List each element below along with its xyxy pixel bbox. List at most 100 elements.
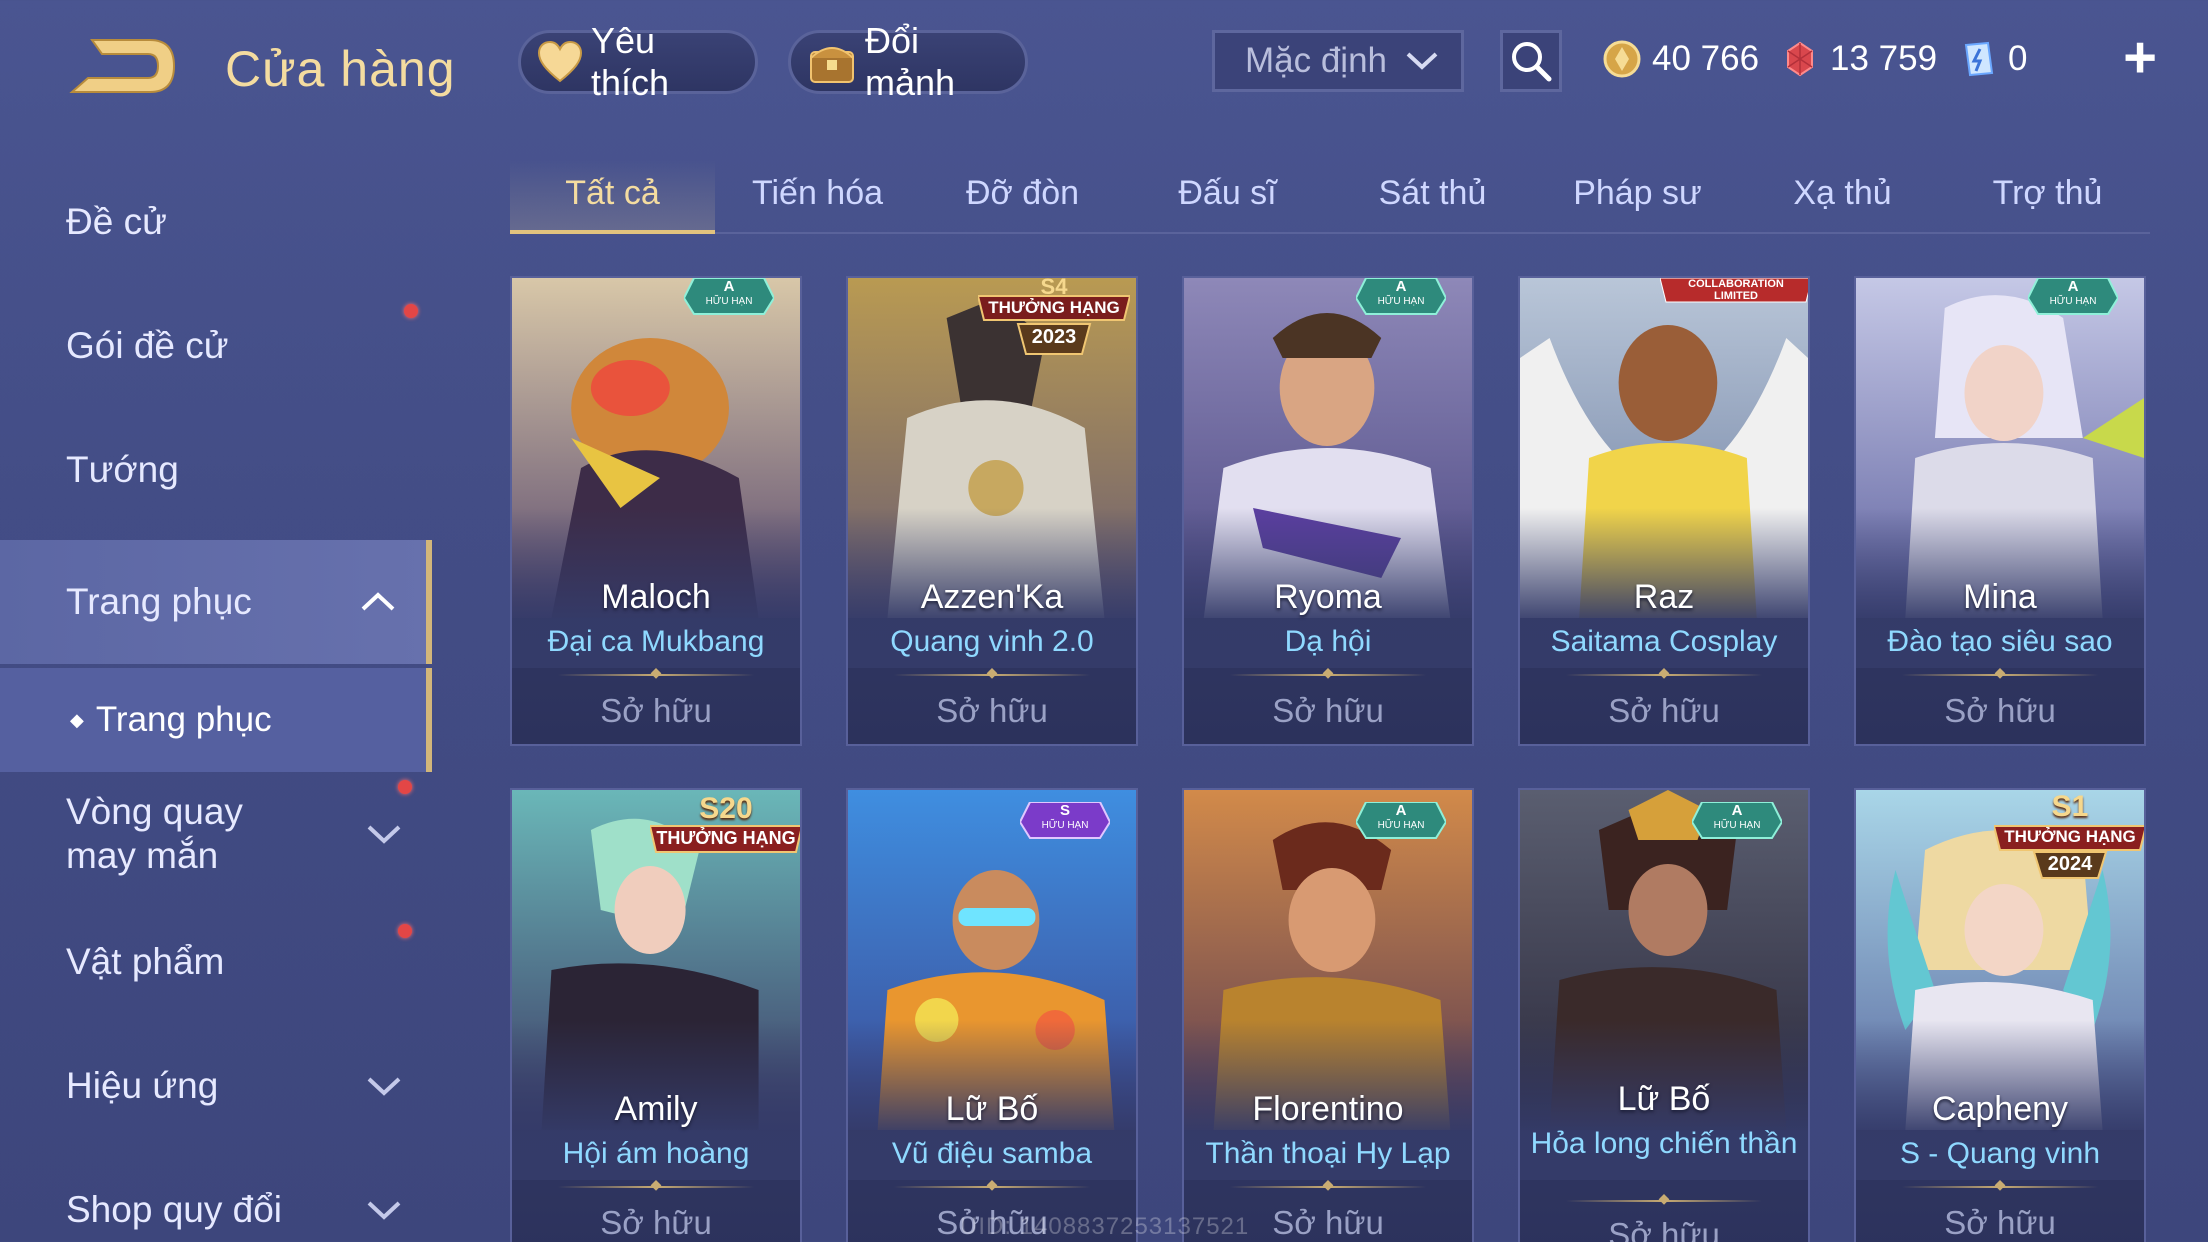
badge-year: 2024 [2047, 853, 2093, 875]
tab-assassin[interactable]: Sát thủ [1330, 160, 1535, 232]
skin-card[interactable]: A HỮU HẠN Maloch Đại ca Mukbang Sở hữu [510, 276, 802, 746]
sidebar-item-heroes[interactable]: Tướng [0, 408, 432, 532]
tab-support[interactable]: Trợ thủ [1945, 160, 2150, 232]
exchange-shards-button[interactable]: Đổi mảnh [788, 20, 1028, 103]
voucher-amount: 0 [2008, 39, 2028, 78]
gem-currency: 13 759 [1780, 34, 1937, 84]
sidebar-item-items[interactable]: Vật phẩm [0, 900, 432, 1024]
gold-currency: 40 766 [1602, 34, 1759, 84]
skin-card[interactable]: A HỮU HẠN Ryoma Dạ hội Sở hữu [1182, 276, 1474, 746]
tab-evolution[interactable]: Tiến hóa [715, 160, 920, 232]
sidebar-subitem-label: Trang phục [95, 700, 272, 739]
skin-card[interactable]: A HỮU HẠN Florentino Thần thoại Hy Lạp S… [1182, 788, 1474, 1242]
skin-card[interactable]: COLLABORATION LIMITED Raz Saitama Cospla… [1518, 276, 1810, 746]
sidebar-item-effects[interactable]: Hiệu ứng [0, 1024, 432, 1148]
tab-all[interactable]: Tất cả [510, 160, 715, 234]
tab-tank[interactable]: Đỡ đòn [920, 160, 1125, 232]
search-button[interactable] [1500, 30, 1562, 92]
season-reward-badge: S20 THƯỞNG HẠNG [648, 790, 800, 865]
sidebar-item-label: Vật phẩm [66, 941, 225, 982]
badge-rank: A [1395, 278, 1407, 295]
limited-badge: A HỮU HẠN [1354, 801, 1448, 847]
hero-name: Amily [614, 1090, 698, 1128]
chevron-down-icon [367, 1077, 401, 1096]
sidebar-item-label: Đề cử [66, 201, 167, 242]
skin-name: Dạ hội [1284, 625, 1372, 658]
notification-dot [398, 924, 412, 938]
skin-card[interactable]: S1 THƯỞNG HẠNG 2024 Capheny S - Quang vi… [1854, 788, 2146, 1242]
collaboration-badge: COLLABORATION LIMITED [1659, 278, 1808, 309]
skin-name: S - Quang vinh [1899, 1137, 2101, 1170]
skin-name: Đào tạo siêu sao [1887, 625, 2113, 658]
tab-marksman[interactable]: Xạ thủ [1740, 160, 1945, 232]
user-id-watermark: UID: 1408837253137521 [960, 1213, 1250, 1240]
skin-grid: A HỮU HẠN Maloch Đại ca Mukbang Sở hữu S… [510, 276, 2150, 1242]
skin-name: Quang vinh 2.0 [890, 625, 1094, 658]
back-arrow-icon [69, 39, 176, 93]
sidebar-item-recommended[interactable]: Đề cử [0, 160, 432, 284]
sidebar-item-exchange-shop[interactable]: Shop quy đổi [0, 1148, 432, 1242]
tab-mage[interactable]: Pháp sư [1535, 160, 1740, 232]
chevron-down-icon [367, 825, 401, 844]
divider [1902, 1186, 2098, 1188]
add-currency-button[interactable]: + [2118, 28, 2162, 88]
badge-rank: A [2067, 278, 2079, 295]
sidebar-item-label: Hiệu ứng [66, 1065, 219, 1106]
sidebar-item-label: Vòng quay may mắn [66, 791, 243, 876]
sort-dropdown[interactable]: Mặc định [1212, 30, 1464, 92]
limited-badge: A HỮU HẠN [682, 278, 776, 323]
back-button[interactable] [62, 30, 182, 105]
owned-status: Sở hữu [600, 1204, 712, 1241]
hero-name: Azzen'Ka [920, 578, 1064, 616]
hero-name: Ryoma [1274, 578, 1382, 616]
skin-card[interactable]: S HỮU HẠN Lữ Bố Vũ điệu samba Sở hữu [846, 788, 1138, 1242]
gold-amount: 40 766 [1652, 39, 1760, 78]
owned-status: Sở hữu [936, 692, 1048, 729]
divider [1566, 1200, 1762, 1202]
sidebar: Đề cử Gói đề cử Tướng Trang phục ◆ Trang… [0, 160, 432, 1242]
gold-coin-icon [1603, 40, 1641, 78]
skin-card[interactable]: A HỮU HẠN Mina Đào tạo siêu sao Sở hữu [1854, 276, 2146, 746]
skin-card[interactable]: S4 THƯỞNG HẠNG 2023 Azzen'Ka Quang vinh … [846, 276, 1138, 746]
limited-badge: A HỮU HẠN [2026, 278, 2120, 323]
badge-year: 2023 [1031, 326, 1077, 348]
tab-fighter[interactable]: Đấu sĩ [1125, 160, 1330, 232]
skin-name: Đại ca Mukbang [547, 625, 765, 658]
plus-icon: + [2123, 25, 2157, 90]
diamond-bullet-icon: ◆ [70, 709, 84, 730]
skin-name: Vũ điệu samba [891, 1137, 1093, 1170]
badge-label: HỮU HẠN [1377, 296, 1425, 307]
skin-card[interactable]: A HỮU HẠN Lữ Bố Hỏa long chiến thần Sở h… [1518, 788, 1810, 1242]
badge-label: HỮU HẠN [1377, 820, 1425, 831]
badge-label: THƯỞNG HẠNG [988, 298, 1120, 317]
sidebar-item-lucky-wheel[interactable]: Vòng quay may mắn [0, 772, 432, 896]
badge-rank: S20 [699, 792, 753, 825]
badge-label: HỮU HẠN [1713, 820, 1761, 831]
badge-rank: S4 [1040, 276, 1068, 299]
sidebar-subitem-skins[interactable]: ◆ Trang phục [0, 668, 432, 772]
badge-label: LIMITED [1714, 290, 1758, 302]
notification-dot [398, 780, 412, 794]
limited-badge: S HỮU HẠN [1018, 801, 1112, 847]
hero-name: Capheny [1931, 1090, 2069, 1128]
red-gem-icon [1787, 41, 1813, 77]
sidebar-item-skins[interactable]: Trang phục [0, 540, 432, 664]
sidebar-item-label: Trang phục [66, 581, 252, 622]
hero-name: Mina [1963, 578, 2037, 616]
favorite-button[interactable]: Yêu thích [518, 20, 758, 103]
badge-rank: S1 [2051, 790, 2089, 823]
sidebar-item-recommended-packs[interactable]: Gói đề cử [0, 284, 432, 408]
hero-name: Lữ Bố [1617, 1080, 1711, 1118]
badge-rank: A [1395, 802, 1407, 819]
divider [1902, 674, 2098, 676]
badge-label: HỮU HẠN [705, 296, 753, 307]
badge-rank: COLLABORATION [1688, 278, 1784, 290]
hero-name: Maloch [601, 578, 711, 616]
hero-name: Raz [1633, 578, 1695, 616]
exchange-label: Đổi mảnh [865, 20, 956, 103]
divider [1230, 674, 1426, 676]
skin-card[interactable]: S20 THƯỞNG HẠNG Amily Hội ám hoàng Sở hữ… [510, 788, 802, 1242]
chevron-down-icon [367, 1201, 401, 1220]
badge-rank: S [1059, 802, 1070, 819]
chevron-up-icon [361, 592, 395, 611]
